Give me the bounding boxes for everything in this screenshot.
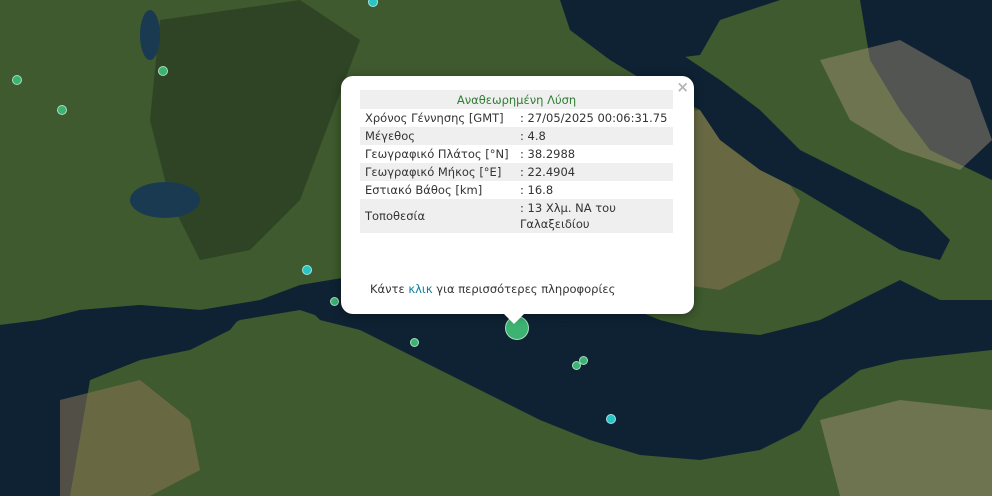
latitude-label: Γεωγραφικό Πλάτος [°N] <box>365 147 509 161</box>
longitude-label: Γεωγραφικό Μήκος [°E] <box>360 163 515 181</box>
more-info-text: Κάντε κλικ για περισσότερες πληροφορίες <box>370 282 615 296</box>
earthquake-marker[interactable] <box>606 414 616 424</box>
earthquake-marker[interactable] <box>572 361 581 370</box>
lake-small <box>140 10 160 60</box>
close-icon[interactable]: × <box>676 79 689 95</box>
earthquake-marker[interactable] <box>12 75 22 85</box>
longitude-value: : 22.4904 <box>515 163 673 181</box>
popup-title: Αναθεωρημένη Λύση <box>360 90 673 109</box>
southeast-land-brown <box>820 400 992 496</box>
earthquake-marker[interactable] <box>410 338 419 347</box>
location-value: : 13 Χλμ. ΝΑ του Γαλαξειδίου <box>515 199 673 233</box>
more-info-link[interactable]: κλικ <box>408 282 432 296</box>
latitude-value: : 38.2988 <box>520 147 576 161</box>
more-info-suffix: για περισσότερες πληροφορίες <box>436 282 616 296</box>
table-row: Χρόνος Γέννησης [GMT] : 27/05/2025 00:06… <box>360 109 673 127</box>
origin-time-value: : 27/05/2025 00:06:31.75 <box>520 111 668 125</box>
popup-tip <box>503 313 525 324</box>
earthquake-info-popup: × Αναθεωρημένη Λύση Χρόνος Γέννησης [GMT… <box>341 76 694 314</box>
more-info-prefix: Κάντε <box>370 282 405 296</box>
table-row: Τοποθεσία : 13 Χλμ. ΝΑ του Γαλαξειδίου <box>360 199 673 233</box>
table-row: Γεωγραφικό Μήκος [°E] : 22.4904 <box>360 163 673 181</box>
lake <box>130 182 200 218</box>
table-row: Μέγεθος : 4.8 <box>360 127 673 145</box>
info-table: Αναθεωρημένη Λύση Χρόνος Γέννησης [GMT] … <box>360 90 673 233</box>
popup-title-row: Αναθεωρημένη Λύση <box>360 90 673 109</box>
earthquake-marker[interactable] <box>302 265 312 275</box>
earthquake-marker[interactable] <box>330 297 339 306</box>
table-row: Εστιακό Βάθος [km] : 16.8 <box>360 181 673 199</box>
earthquake-marker[interactable] <box>57 105 67 115</box>
magnitude-value: : 4.8 <box>515 127 673 145</box>
origin-time-label: Χρόνος Γέννησης [GMT] <box>365 111 504 125</box>
table-row: Γεωγραφικό Πλάτος [°N] : 38.2988 <box>360 145 673 163</box>
depth-value: : 16.8 <box>520 183 554 197</box>
depth-label: Εστιακό Βάθος [km] <box>365 183 483 197</box>
earthquake-marker[interactable] <box>158 66 168 76</box>
magnitude-label: Μέγεθος <box>360 127 515 145</box>
location-label: Τοποθεσία <box>360 199 515 233</box>
